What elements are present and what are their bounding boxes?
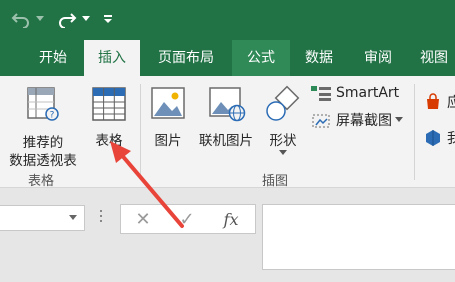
annotation-arrow <box>110 141 184 228</box>
